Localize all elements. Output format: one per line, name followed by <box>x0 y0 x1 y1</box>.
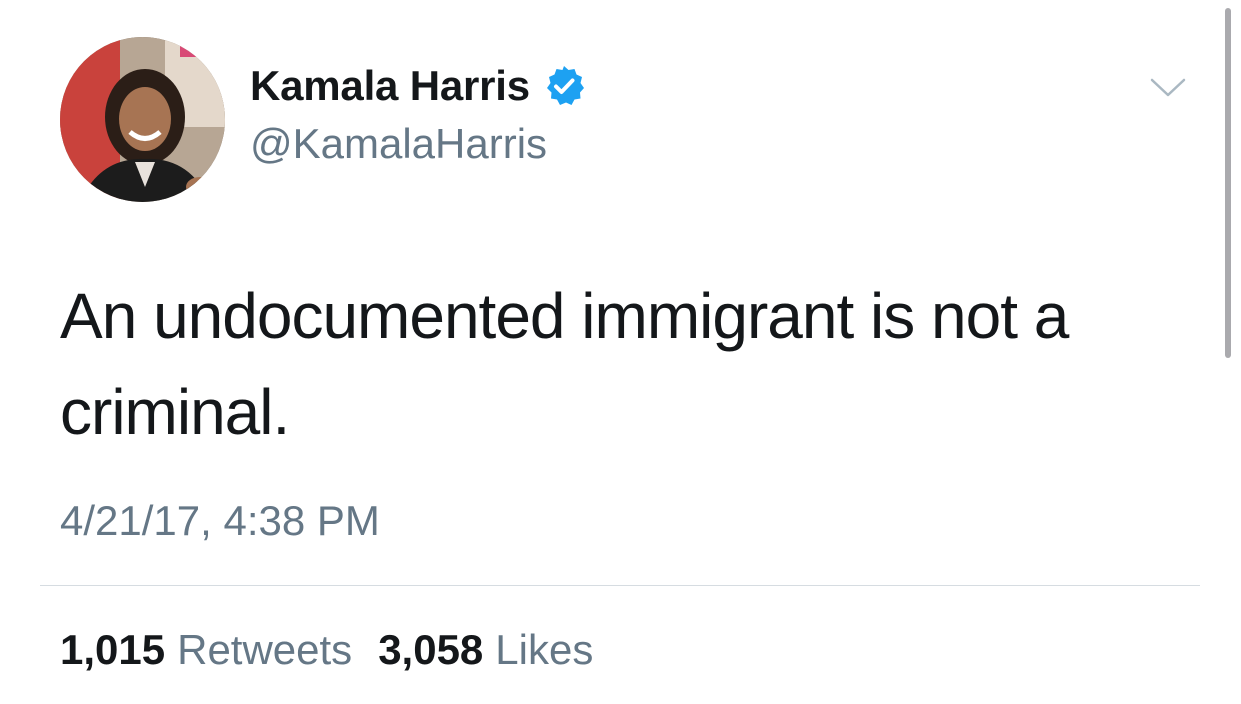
likes-label: Likes <box>495 626 594 673</box>
scrollbar[interactable] <box>1225 8 1231 358</box>
author-handle[interactable]: @KamalaHarris <box>250 118 547 170</box>
tweet-detail: Kamala Harris @KamalaHarris An undocumen… <box>0 0 1241 704</box>
divider <box>40 585 1200 586</box>
author-display-name[interactable]: Kamala Harris <box>250 62 530 110</box>
chevron-down-icon[interactable] <box>1148 72 1188 102</box>
retweets-count: 1,015 <box>60 626 166 673</box>
retweets-stat[interactable]: 1,015 Retweets <box>60 624 352 676</box>
avatar[interactable] <box>60 37 225 202</box>
likes-stat[interactable]: 3,058 Likes <box>378 624 593 676</box>
tweet-text: An undocumented immigrant is not a crimi… <box>60 280 1069 448</box>
tweet-stats: 1,015 Retweets 3,058 Likes <box>60 624 593 676</box>
retweets-label: Retweets <box>177 626 353 673</box>
tweet-timestamp[interactable]: 4/21/17, 4:38 PM <box>60 495 380 547</box>
verified-badge-icon <box>542 64 586 108</box>
avatar-image <box>60 37 225 202</box>
likes-count: 3,058 <box>378 626 484 673</box>
author-name-row: Kamala Harris <box>250 60 586 112</box>
